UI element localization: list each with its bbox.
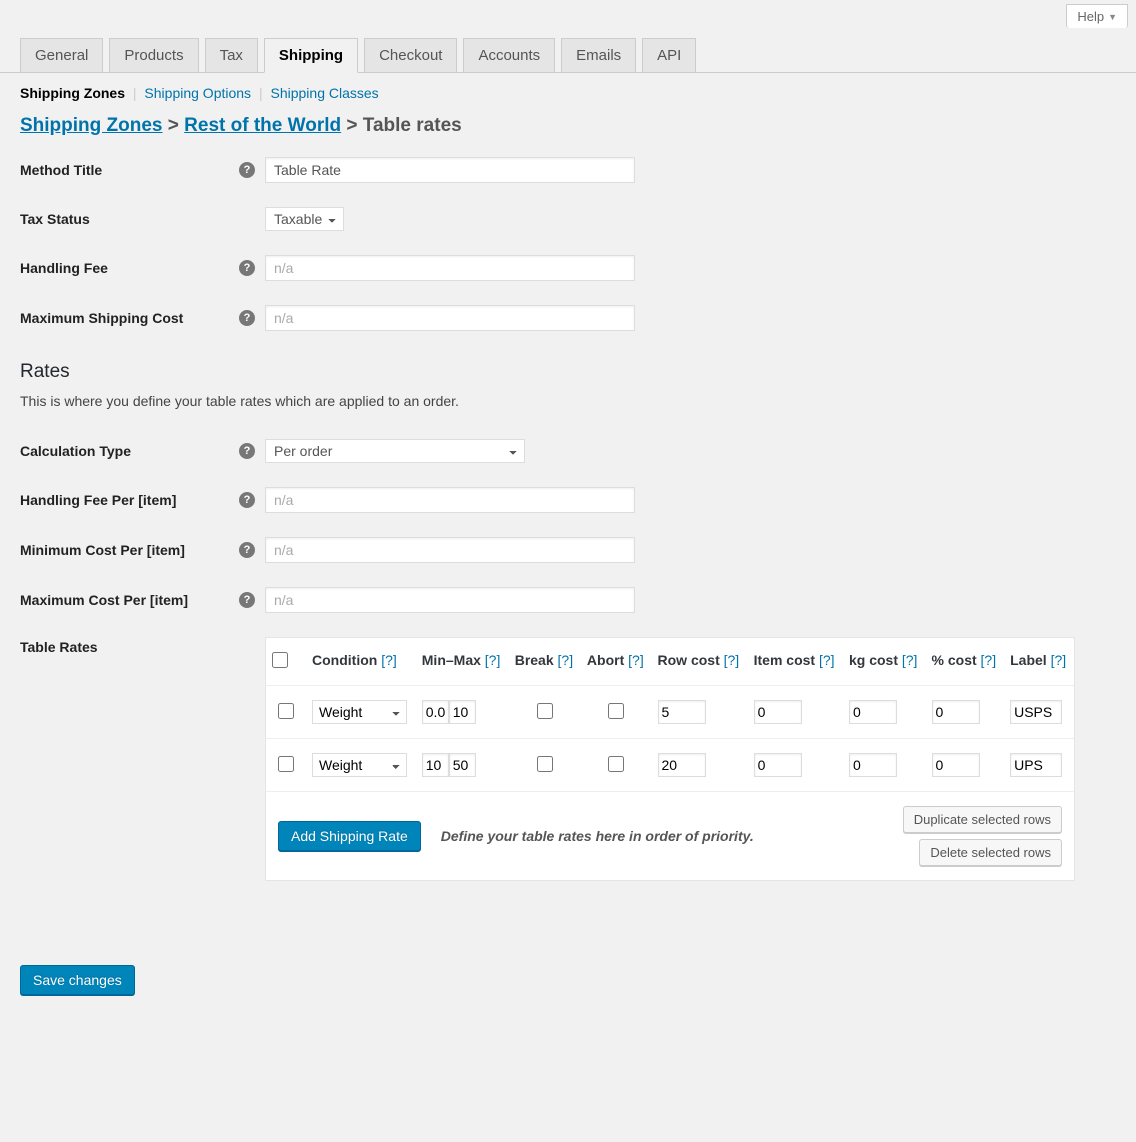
breadcrumb-current: Table rates [363, 115, 462, 136]
max-input[interactable] [449, 753, 476, 777]
max-per-item-input[interactable] [265, 587, 635, 613]
handling-fee-label: Handling Fee [20, 260, 108, 276]
label-input[interactable] [1010, 700, 1062, 724]
abort-checkbox[interactable] [608, 703, 624, 719]
min-input[interactable] [422, 753, 449, 777]
calc-type-label: Calculation Type [20, 443, 131, 459]
table-row: Weight [266, 686, 1074, 739]
help-link[interactable]: [?] [819, 652, 835, 668]
help-icon[interactable]: ? [239, 162, 255, 178]
handling-per-item-input[interactable] [265, 487, 635, 513]
handling-fee-input[interactable] [265, 255, 635, 281]
max-per-item-label: Maximum Cost Per [item] [20, 592, 188, 608]
tab-tax[interactable]: Tax [205, 38, 258, 73]
tab-checkout[interactable]: Checkout [364, 38, 457, 73]
help-icon[interactable]: ? [239, 310, 255, 326]
rates-heading: Rates [20, 361, 1116, 383]
select-all-checkbox[interactable] [272, 652, 288, 668]
row-cost-input[interactable] [658, 700, 706, 724]
breadcrumb: Shipping Zones > Rest of the World > Tab… [0, 111, 1136, 147]
save-changes-button[interactable]: Save changes [20, 965, 135, 995]
add-shipping-rate-button[interactable]: Add Shipping Rate [278, 821, 421, 851]
table-footer-note: Define your table rates here in order of… [431, 828, 893, 844]
break-checkbox[interactable] [537, 756, 553, 772]
table-rates-label: Table Rates [20, 639, 98, 655]
min-per-item-label: Minimum Cost Per [item] [20, 542, 185, 558]
tab-emails[interactable]: Emails [561, 38, 636, 73]
breadcrumb-zone-link[interactable]: Rest of the World [184, 115, 341, 136]
chevron-down-icon: ▼ [1108, 12, 1117, 22]
tab-products[interactable]: Products [109, 38, 198, 73]
subtab-shipping-options[interactable]: Shipping Options [144, 85, 251, 101]
max-ship-cost-input[interactable] [265, 305, 635, 331]
tax-status-select[interactable]: Taxable [265, 207, 344, 231]
help-link[interactable]: [?] [628, 652, 644, 668]
abort-checkbox[interactable] [608, 756, 624, 772]
item-cost-input[interactable] [754, 753, 802, 777]
min-per-item-input[interactable] [265, 537, 635, 563]
help-link[interactable]: [?] [558, 652, 574, 668]
row-checkbox[interactable] [278, 703, 294, 719]
tab-api[interactable]: API [642, 38, 696, 73]
help-link[interactable]: [?] [1051, 652, 1067, 668]
help-label: Help [1077, 9, 1104, 24]
row-cost-input[interactable] [658, 753, 706, 777]
tab-shipping[interactable]: Shipping [264, 38, 358, 73]
help-icon[interactable]: ? [239, 260, 255, 276]
max-input[interactable] [449, 700, 476, 724]
max-ship-cost-label: Maximum Shipping Cost [20, 310, 183, 326]
handling-per-item-label: Handling Fee Per [item] [20, 492, 176, 508]
method-title-input[interactable] [265, 157, 635, 183]
min-input[interactable] [422, 700, 449, 724]
kg-cost-input[interactable] [849, 753, 897, 777]
delete-rows-button[interactable]: Delete selected rows [919, 839, 1062, 866]
row-checkbox[interactable] [278, 756, 294, 772]
condition-select[interactable]: Weight [312, 700, 407, 724]
break-checkbox[interactable] [537, 703, 553, 719]
help-link[interactable]: [?] [724, 652, 740, 668]
label-input[interactable] [1010, 753, 1062, 777]
help-icon[interactable]: ? [239, 542, 255, 558]
help-icon[interactable]: ? [239, 492, 255, 508]
help-link[interactable]: [?] [902, 652, 918, 668]
subtab-shipping-classes[interactable]: Shipping Classes [270, 85, 378, 101]
help-link[interactable]: [?] [381, 652, 397, 668]
pct-cost-input[interactable] [932, 700, 980, 724]
rates-description: This is where you define your table rate… [20, 393, 1116, 409]
method-title-label: Method Title [20, 162, 102, 178]
tax-status-label: Tax Status [20, 211, 90, 227]
tab-accounts[interactable]: Accounts [463, 38, 555, 73]
help-link[interactable]: [?] [981, 652, 997, 668]
breadcrumb-zones-link[interactable]: Shipping Zones [20, 115, 163, 136]
calc-type-select[interactable]: Per order [265, 439, 525, 463]
help-icon[interactable]: ? [239, 592, 255, 608]
pct-cost-input[interactable] [932, 753, 980, 777]
subtab-shipping-zones[interactable]: Shipping Zones [20, 85, 125, 101]
help-link[interactable]: [?] [485, 652, 501, 668]
help-tab[interactable]: Help ▼ [1066, 4, 1128, 28]
tab-general[interactable]: General [20, 38, 103, 73]
duplicate-rows-button[interactable]: Duplicate selected rows [903, 806, 1062, 833]
condition-select[interactable]: Weight [312, 753, 407, 777]
item-cost-input[interactable] [754, 700, 802, 724]
table-row: Weight [266, 739, 1074, 792]
help-icon[interactable]: ? [239, 443, 255, 459]
kg-cost-input[interactable] [849, 700, 897, 724]
